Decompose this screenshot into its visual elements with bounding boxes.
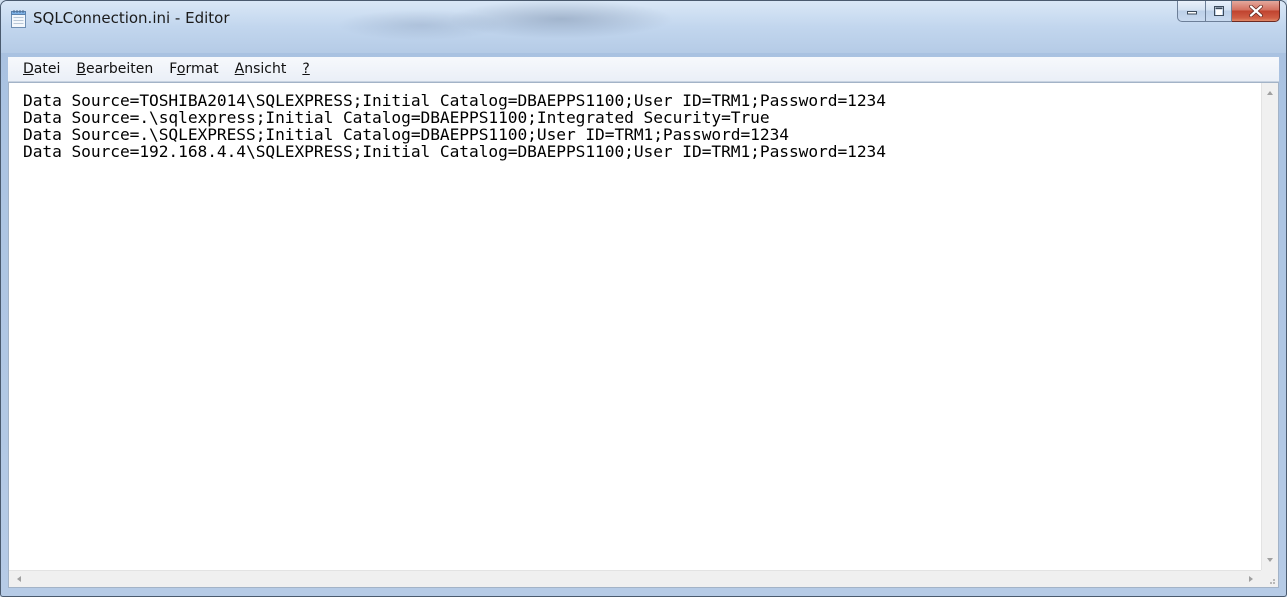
horizontal-scrollbar[interactable] <box>9 570 1261 587</box>
resize-grip-icon[interactable] <box>1261 570 1278 587</box>
scroll-down-icon[interactable] <box>1267 558 1273 562</box>
window-controls <box>1177 1 1280 23</box>
menu-format[interactable]: Format <box>163 58 224 80</box>
text-line: Data Source=.\SQLEXPRESS;Initial Catalog… <box>23 125 789 144</box>
minimize-icon <box>1186 11 1197 15</box>
maximize-icon <box>1213 6 1224 16</box>
menu-bar: Datei Bearbeiten Format Ansicht ? <box>8 57 1279 82</box>
menu-datei[interactable]: Datei <box>23 58 66 80</box>
title-bar[interactable]: SQLConnection.ini - Editor <box>1 1 1286 53</box>
menu-ansicht[interactable]: Ansicht <box>229 58 293 80</box>
window-title: SQLConnection.ini - Editor <box>33 9 230 27</box>
notepad-window: SQLConnection.ini - Editor Datei Bearbei… <box>0 0 1287 597</box>
text-line: Data Source=.\sqlexpress;Initial Catalog… <box>23 108 770 127</box>
maximize-button[interactable] <box>1205 1 1232 22</box>
vertical-scrollbar[interactable] <box>1261 83 1278 570</box>
editor-frame: Data Source=TOSHIBA2014\SQLEXPRESS;Initi… <box>8 82 1279 588</box>
text-line: Data Source=TOSHIBA2014\SQLEXPRESS;Initi… <box>23 91 886 110</box>
menu-bearbeiten[interactable]: Bearbeiten <box>70 58 159 80</box>
close-button[interactable] <box>1232 1 1280 22</box>
text-line: Data Source=192.168.4.4\SQLEXPRESS;Initi… <box>23 142 886 161</box>
minimize-button[interactable] <box>1177 1 1205 22</box>
notepad-icon[interactable] <box>10 9 27 28</box>
menu-help[interactable]: ? <box>296 58 315 80</box>
scroll-right-icon[interactable] <box>1249 576 1253 582</box>
close-icon <box>1248 5 1263 17</box>
text-area[interactable]: Data Source=TOSHIBA2014\SQLEXPRESS;Initi… <box>9 83 1261 570</box>
scroll-up-icon[interactable] <box>1267 91 1273 95</box>
scroll-left-icon[interactable] <box>17 576 21 582</box>
